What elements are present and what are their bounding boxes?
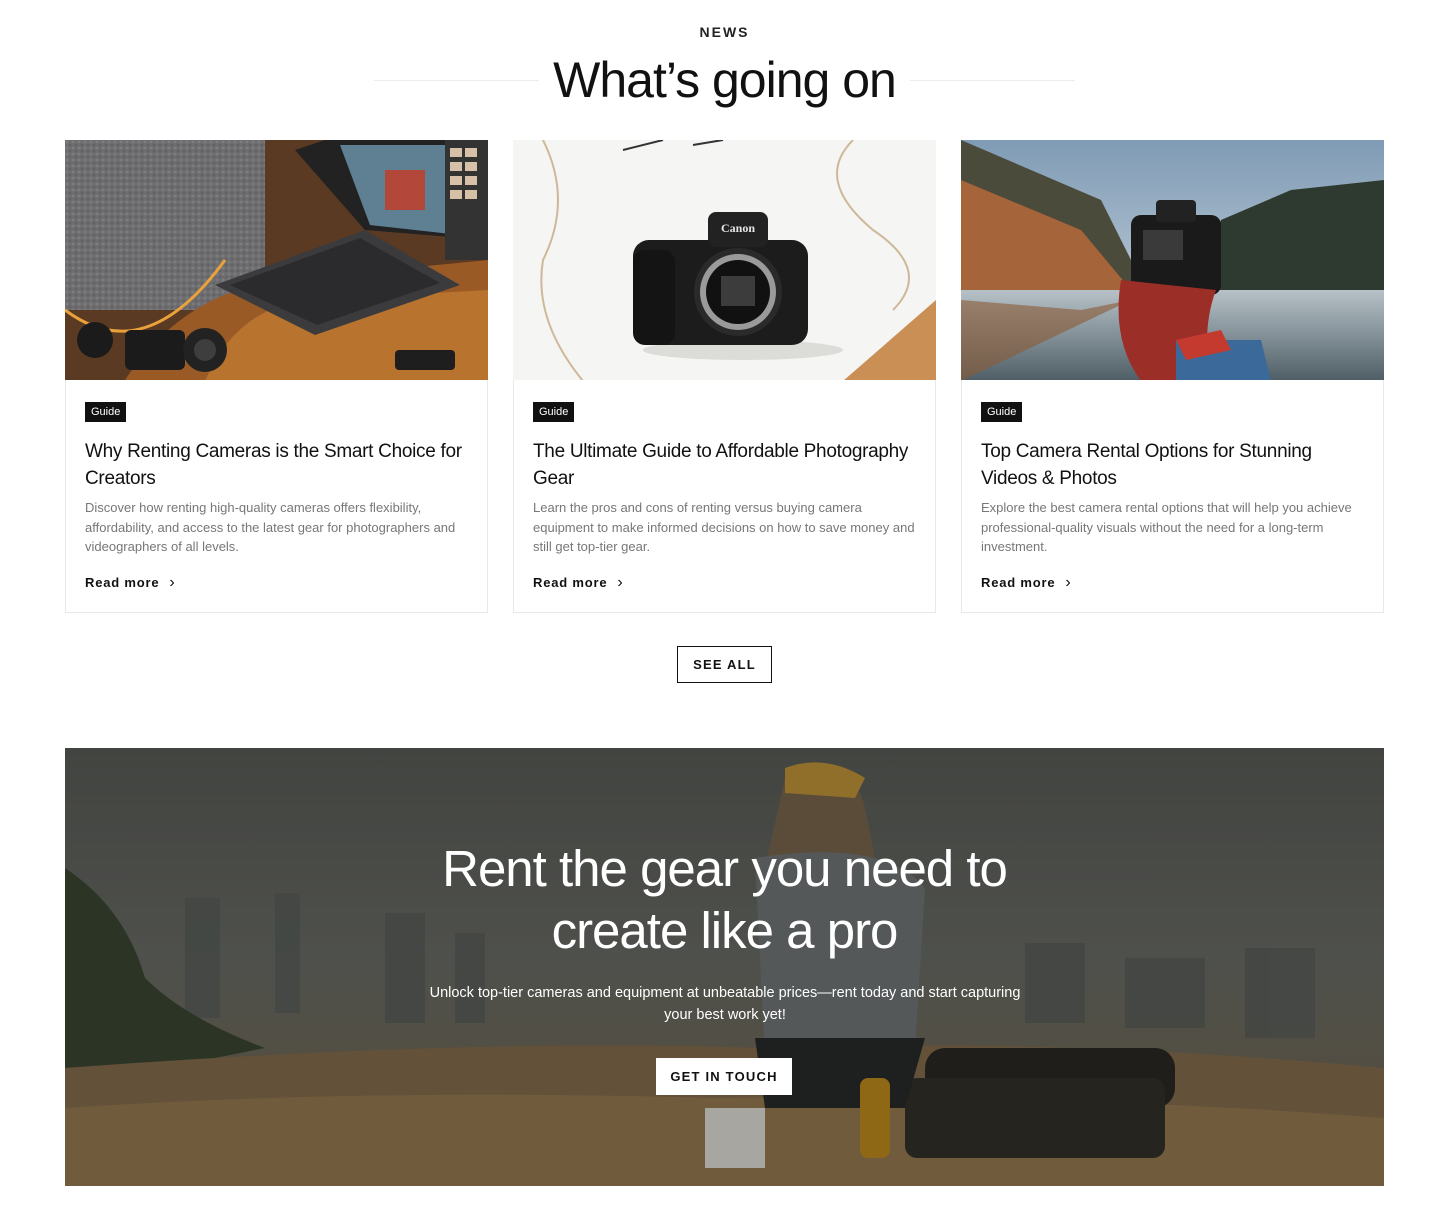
cta-title: Rent the gear you need to create like a … xyxy=(65,838,1384,962)
news-cards: Guide Why Renting Cameras is the Smart C… xyxy=(65,140,1384,613)
card-image-canon-camera[interactable]: Canon xyxy=(513,140,936,380)
read-more-label: Read more xyxy=(85,575,160,590)
category-tag[interactable]: Guide xyxy=(981,402,1023,422)
section-heading-row: What’s going on xyxy=(0,50,1449,110)
card-image-lake-camera[interactable] xyxy=(961,140,1384,380)
card-description: Learn the pros and cons of renting versu… xyxy=(533,500,915,554)
chevron-right-icon: › xyxy=(1065,574,1072,591)
heading-divider-right xyxy=(909,79,1075,81)
news-card[interactable]: Guide Top Camera Rental Options for Stun… xyxy=(961,140,1384,613)
cta-banner: Rent the gear you need to create like a … xyxy=(65,748,1384,1186)
read-more-link[interactable]: Read more › xyxy=(85,574,176,591)
card-body: Guide Why Renting Cameras is the Smart C… xyxy=(66,380,487,557)
category-tag[interactable]: Guide xyxy=(533,402,575,422)
category-tag[interactable]: Guide xyxy=(85,402,127,422)
camera-brand-text: Canon xyxy=(721,221,755,235)
news-card[interactable]: Canon Guide The Ultimate Guide to Afford… xyxy=(513,140,936,613)
cta-title-line2: create like a pro xyxy=(551,902,899,959)
news-card[interactable]: Guide Why Renting Cameras is the Smart C… xyxy=(65,140,488,613)
card-description: Discover how renting high-quality camera… xyxy=(85,500,456,554)
card-image-laptop-desk[interactable] xyxy=(65,140,488,380)
card-title[interactable]: Why Renting Cameras is the Smart Choice … xyxy=(85,438,468,492)
section-title: What’s going on xyxy=(553,52,897,108)
chevron-right-icon: › xyxy=(617,574,624,591)
chevron-right-icon: › xyxy=(169,574,176,591)
cta-background-image xyxy=(65,748,1384,1186)
read-more-label: Read more xyxy=(981,575,1056,590)
card-body: Guide Top Camera Rental Options for Stun… xyxy=(962,380,1383,557)
get-in-touch-button[interactable]: GET IN TOUCH xyxy=(656,1058,792,1095)
section-eyebrow: NEWS xyxy=(699,24,750,40)
card-description: Explore the best camera rental options t… xyxy=(981,500,1352,554)
card-title[interactable]: Top Camera Rental Options for Stunning V… xyxy=(981,438,1364,492)
heading-divider-left xyxy=(374,79,540,81)
read-more-label: Read more xyxy=(533,575,608,590)
cta-title-line1: Rent the gear you need to xyxy=(442,840,1008,897)
cta-subtitle: Unlock top-tier cameras and equipment at… xyxy=(429,985,1021,1023)
read-more-link[interactable]: Read more › xyxy=(533,574,624,591)
card-title[interactable]: The Ultimate Guide to Affordable Photogr… xyxy=(533,438,916,492)
read-more-link[interactable]: Read more › xyxy=(981,574,1072,591)
see-all-button[interactable]: SEE ALL xyxy=(677,646,772,683)
card-body: Guide The Ultimate Guide to Affordable P… xyxy=(514,380,935,557)
